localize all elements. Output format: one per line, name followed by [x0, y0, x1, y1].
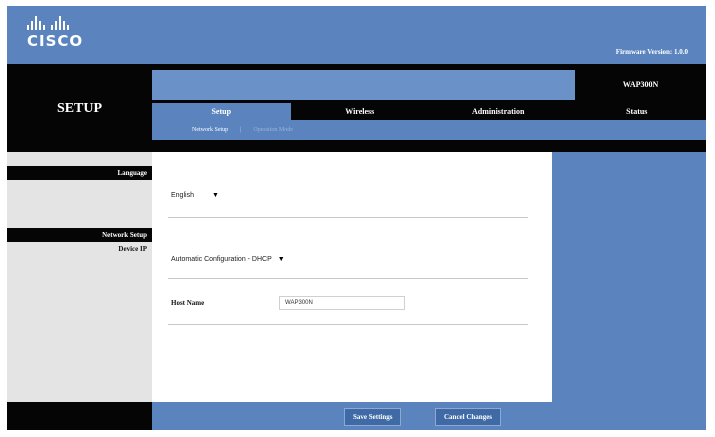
subtab-operation-mode[interactable]: Operation Mode [241, 127, 305, 133]
tab-wireless[interactable]: Wireless [291, 103, 430, 120]
device-ip-mode-value: Automatic Configuration - DHCP [171, 256, 272, 263]
model-name: WAP300N [622, 80, 659, 89]
host-name-label: Host Name [171, 299, 205, 307]
footer-left [7, 402, 152, 430]
sidebar-label-device-ip: Device IP [118, 245, 147, 253]
chevron-down-icon: ▼ [211, 192, 219, 199]
main-tabs: Setup Wireless Administration Status [152, 103, 706, 120]
language-select-value: English [171, 192, 194, 199]
chevron-down-icon: ▼ [277, 256, 285, 263]
router-admin-page: CISCO Firmware Version: 1.0.0 SETUP WAP3… [7, 6, 706, 430]
cancel-changes-button[interactable]: Cancel Changes [435, 408, 502, 426]
subtab-network-setup[interactable]: Network Setup [180, 127, 240, 133]
footer-bar: Save Settings Cancel Changes [152, 402, 706, 430]
sidebar: Language Network Setup Device IP [7, 152, 152, 402]
sub-tabs: Network Setup | Operation Mode [152, 120, 706, 140]
host-name-input[interactable]: WAP300N [279, 296, 405, 310]
tab-status[interactable]: Status [568, 103, 707, 120]
firmware-version: Firmware Version: 1.0.0 [615, 48, 688, 56]
device-ip-mode-select[interactable]: Automatic Configuration - DHCP ▼ [171, 256, 285, 263]
divider [168, 217, 528, 218]
model-bar [152, 70, 575, 100]
tab-administration[interactable]: Administration [429, 103, 568, 120]
language-select[interactable]: English ▼ [171, 192, 219, 199]
right-panel [552, 152, 706, 402]
sidebar-heading-network-setup: Network Setup [7, 228, 152, 242]
cisco-logo-bars-icon [27, 16, 83, 30]
header: CISCO Firmware Version: 1.0.0 [7, 6, 706, 64]
page-title: SETUP [56, 101, 103, 116]
divider [168, 324, 528, 325]
navigation-band: SETUP WAP300N Setup Wireless Administrat… [7, 64, 706, 152]
save-settings-button[interactable]: Save Settings [344, 408, 402, 426]
logo-text: CISCO [27, 32, 84, 50]
cisco-logo: CISCO [27, 16, 83, 50]
sidebar-heading-language: Language [7, 166, 152, 180]
divider [168, 278, 528, 279]
tab-setup[interactable]: Setup [152, 103, 291, 120]
settings-form: English ▼ Automatic Configuration - DHCP… [152, 152, 552, 402]
